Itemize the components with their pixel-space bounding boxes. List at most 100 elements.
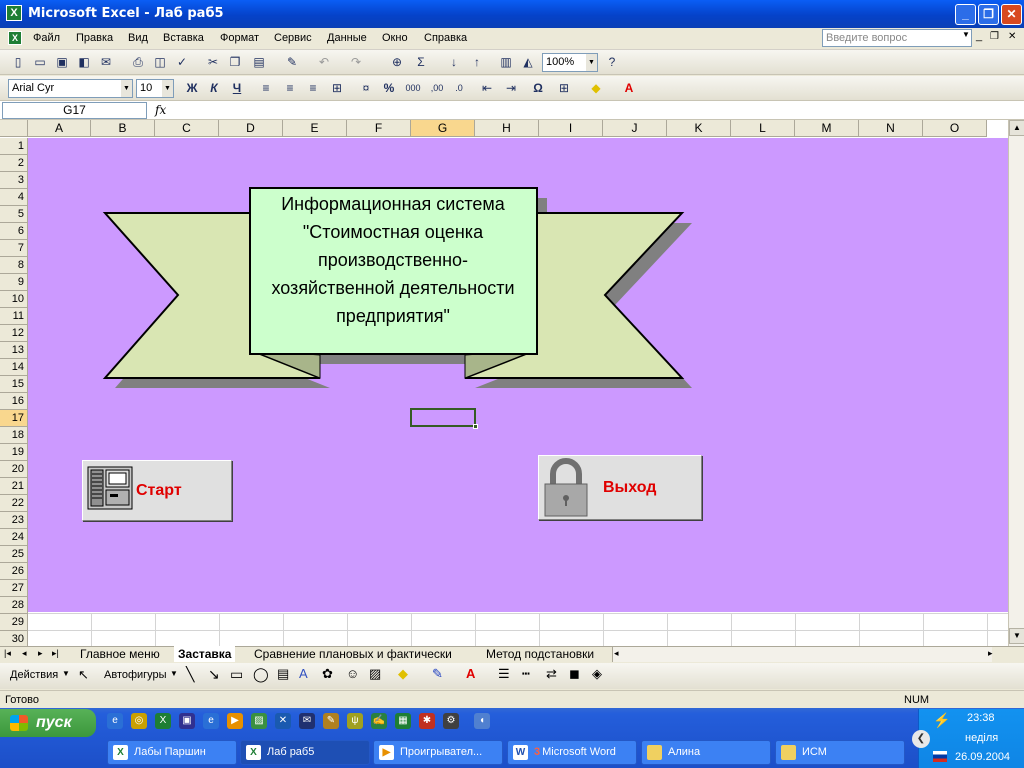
permission-icon[interactable]: ◧	[76, 54, 92, 70]
font-color-icon[interactable]: A	[621, 80, 637, 96]
zoom-dropdown-icon[interactable]: ▼	[586, 54, 597, 71]
quicklaunch-mail-icon[interactable]: ✉	[299, 713, 315, 729]
restore-button[interactable]: ❐	[978, 4, 999, 25]
quicklaunch-save-icon[interactable]: ▣	[179, 713, 195, 729]
fill-handle[interactable]	[473, 424, 478, 429]
language-flag-icon[interactable]	[933, 751, 947, 762]
select-pointer-icon[interactable]: ↖	[78, 667, 89, 683]
menu-help[interactable]: Справка	[424, 32, 467, 44]
open-icon[interactable]: ▭	[32, 54, 48, 70]
spelling-icon[interactable]: ✓	[174, 54, 190, 70]
tab-main-menu[interactable]: Главное меню	[76, 646, 164, 662]
hyperlink-icon[interactable]: ⊕	[389, 54, 405, 70]
font-dropdown-icon[interactable]: ▼	[121, 80, 132, 97]
column-header-g[interactable]: G	[411, 120, 475, 137]
quicklaunch-media-icon[interactable]: ▶	[227, 713, 243, 729]
active-cell-g17[interactable]	[410, 408, 476, 427]
row-header-13[interactable]: 13	[0, 342, 28, 359]
row-header-21[interactable]: 21	[0, 478, 28, 495]
drawing-toggle-icon[interactable]: ◭	[520, 54, 536, 70]
column-header-b[interactable]: B	[91, 120, 155, 137]
3d-style-icon[interactable]: ◈	[592, 666, 602, 682]
clock-time[interactable]: 23:38	[967, 712, 995, 724]
row-header-30[interactable]: 30	[0, 631, 28, 646]
row-header-25[interactable]: 25	[0, 546, 28, 563]
row-header-20[interactable]: 20	[0, 461, 28, 478]
quicklaunch-excel-icon[interactable]: X	[155, 713, 171, 729]
textbox-icon[interactable]: ▤	[277, 666, 289, 682]
dash-style-icon[interactable]: ┅	[522, 666, 530, 682]
help-question-input[interactable]: Введите вопрос	[822, 29, 972, 47]
increase-decimal-button[interactable]: ,00	[427, 80, 447, 96]
tab-substitution[interactable]: Метод подстановки	[482, 646, 598, 662]
row-header-22[interactable]: 22	[0, 495, 28, 512]
quicklaunch-game-icon[interactable]: ✱	[419, 713, 435, 729]
menu-insert[interactable]: Вставка	[163, 32, 204, 44]
start-button[interactable]: Старт	[82, 460, 232, 521]
diagram-icon[interactable]: ✿	[322, 666, 333, 682]
bold-button[interactable]: Ж	[184, 80, 200, 96]
undo-icon[interactable]: ↶	[316, 54, 332, 70]
row-header-14[interactable]: 14	[0, 359, 28, 376]
next-sheet-icon[interactable]: ▸	[38, 648, 43, 659]
quicklaunch-gear-icon[interactable]: ⚙	[443, 713, 459, 729]
column-header-m[interactable]: M	[795, 120, 859, 137]
copy-icon[interactable]: ❐	[227, 54, 243, 70]
tab-comparison[interactable]: Сравнение плановых и фактически	[250, 646, 456, 662]
autoshapes-dropdown-icon[interactable]: ▼	[170, 669, 178, 678]
sort-desc-icon[interactable]: ↑	[469, 54, 485, 70]
doc-minimize-button[interactable]: _	[976, 30, 982, 42]
row-header-1[interactable]: 1	[0, 138, 28, 155]
quicklaunch-sheet-icon[interactable]: ▦	[395, 713, 411, 729]
menu-format[interactable]: Формат	[220, 32, 259, 44]
increase-indent-icon[interactable]: ⇥	[503, 80, 519, 96]
quicklaunch-edit-icon[interactable]: ✍	[371, 713, 387, 729]
row-header-18[interactable]: 18	[0, 427, 28, 444]
quicklaunch-misc-icon[interactable]: ψ	[347, 713, 363, 729]
doc-restore-button[interactable]: ❐	[990, 31, 999, 42]
menu-window[interactable]: Окно	[382, 32, 408, 44]
format-painter-icon[interactable]: ✎	[284, 54, 300, 70]
fill-color-icon[interactable]: ◆	[588, 80, 604, 96]
wordart-icon[interactable]: A	[299, 666, 308, 681]
row-header-7[interactable]: 7	[0, 240, 28, 257]
column-header-j[interactable]: J	[603, 120, 667, 137]
underline-button[interactable]: Ч	[229, 80, 245, 96]
quicklaunch-pen-icon[interactable]: ✎	[323, 713, 339, 729]
quicklaunch-app2-icon[interactable]: ◎	[131, 713, 147, 729]
column-header-a[interactable]: A	[28, 120, 91, 137]
name-box[interactable]: G17	[2, 102, 147, 119]
column-header-f[interactable]: F	[347, 120, 411, 137]
tab-splash[interactable]: Заставка	[174, 646, 236, 662]
menu-view[interactable]: Вид	[128, 32, 148, 44]
row-header-5[interactable]: 5	[0, 206, 28, 223]
column-header-d[interactable]: D	[219, 120, 283, 137]
exit-button[interactable]: Выход	[538, 455, 702, 520]
last-sheet-icon[interactable]: ▸|	[52, 648, 59, 659]
row-header-15[interactable]: 15	[0, 376, 28, 393]
arrow-icon[interactable]: ↘	[208, 666, 220, 683]
align-center-icon[interactable]: ≡	[282, 80, 298, 96]
rectangle-icon[interactable]: ▭	[230, 666, 243, 683]
taskbar-item-word[interactable]: W 3 Microsoft Word	[507, 740, 637, 765]
taskbar-item-lab5[interactable]: X Лаб раб5	[240, 740, 370, 765]
print-preview-icon[interactable]: ◫	[152, 54, 168, 70]
doc-close-button[interactable]: ✕	[1008, 31, 1016, 42]
start-menu-button[interactable]: пуск	[0, 709, 96, 737]
column-header-e[interactable]: E	[283, 120, 347, 137]
row-header-26[interactable]: 26	[0, 563, 28, 580]
symbol-button[interactable]: Ω	[530, 80, 546, 96]
print-icon[interactable]: ⎙	[130, 54, 146, 70]
column-header-c[interactable]: C	[155, 120, 219, 137]
percent-button[interactable]: %	[381, 80, 397, 96]
quicklaunch-tool-icon[interactable]: ✕	[275, 713, 291, 729]
italic-button[interactable]: К	[206, 80, 222, 96]
column-header-k[interactable]: K	[667, 120, 731, 137]
first-sheet-icon[interactable]: |◂	[4, 648, 11, 659]
vertical-scrollbar[interactable]: ▲ ▼	[1008, 120, 1024, 646]
autoshapes-menu[interactable]: Автофигуры	[104, 669, 167, 681]
row-header-24[interactable]: 24	[0, 529, 28, 546]
row-header-11[interactable]: 11	[0, 308, 28, 325]
column-header-o[interactable]: O	[923, 120, 987, 137]
menu-file[interactable]: Файл	[33, 32, 60, 44]
